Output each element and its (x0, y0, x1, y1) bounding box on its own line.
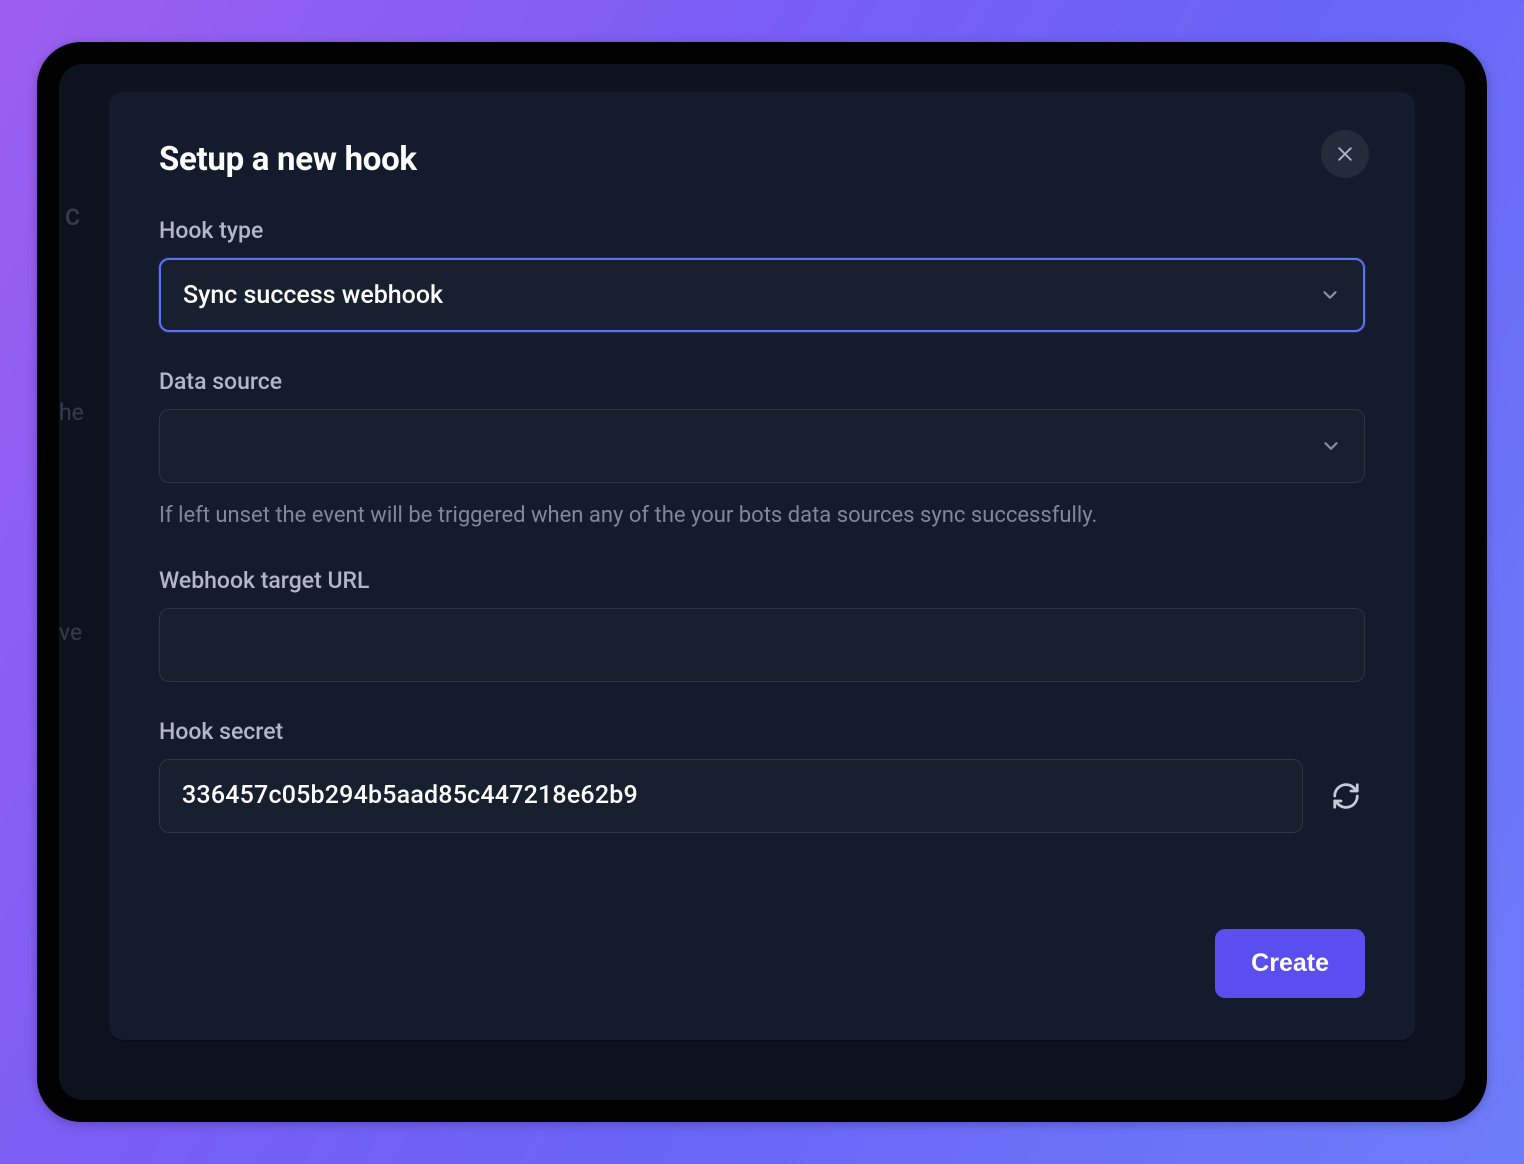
refresh-icon (1331, 781, 1361, 811)
screen: C he ve Setup a new hook Hook type Sync (59, 64, 1465, 1100)
hook-secret-value: 336457c05b294b5aad85c447218e62b9 (182, 781, 638, 810)
chevron-down-icon (1320, 435, 1342, 457)
target-url-input[interactable] (159, 608, 1365, 682)
create-button[interactable]: Create (1215, 929, 1365, 998)
chevron-down-icon (1319, 284, 1341, 306)
hook-secret-input[interactable]: 336457c05b294b5aad85c447218e62b9 (159, 759, 1303, 833)
hook-type-label: Hook type (159, 217, 1365, 244)
hook-secret-label: Hook secret (159, 718, 1365, 745)
data-source-select[interactable] (159, 409, 1365, 483)
data-source-helper: If left unset the event will be triggere… (159, 501, 1365, 531)
modal-title: Setup a new hook (159, 140, 417, 179)
close-icon (1335, 144, 1355, 164)
target-url-label: Webhook target URL (159, 567, 1365, 594)
data-source-label: Data source (159, 368, 1365, 395)
hook-type-select[interactable]: Sync success webhook (159, 258, 1365, 332)
close-button[interactable] (1321, 130, 1369, 178)
device-frame: C he ve Setup a new hook Hook type Sync (37, 42, 1487, 1122)
new-hook-modal: Setup a new hook Hook type Sync success … (109, 92, 1415, 1040)
hook-type-value: Sync success webhook (183, 281, 443, 310)
regenerate-secret-button[interactable] (1327, 777, 1365, 815)
